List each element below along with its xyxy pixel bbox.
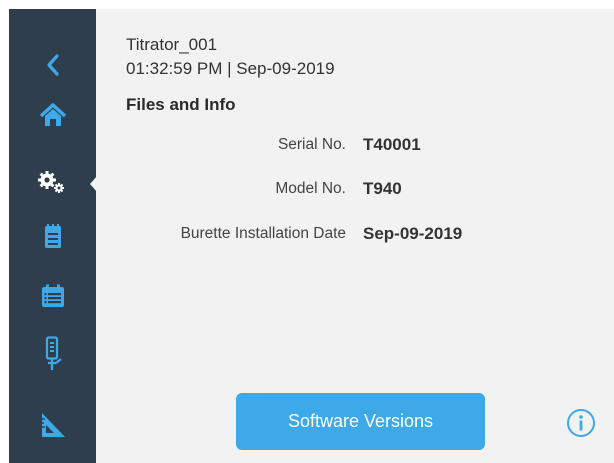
back-arrow-icon <box>46 54 59 76</box>
home-button[interactable] <box>9 90 96 140</box>
device-name: Titrator_001 <box>126 35 218 54</box>
triangle-ruler-icon <box>41 413 65 437</box>
serial-number-value: T40001 <box>363 135 421 154</box>
software-versions-button[interactable]: Software Versions <box>236 393 485 450</box>
settings-gears-icon <box>37 171 64 193</box>
model-number-value: T940 <box>363 179 402 198</box>
home-icon <box>39 103 66 126</box>
burette-installation-date-label: Burette Installation Date <box>180 225 346 242</box>
notepad-icon <box>44 224 61 248</box>
model-number-label: Model No. <box>275 180 346 197</box>
info-button[interactable] <box>566 408 596 438</box>
burette-installation-date-value: Sep-09-2019 <box>363 224 463 243</box>
calibration-button[interactable] <box>9 400 96 450</box>
info-circle-icon <box>567 409 595 437</box>
notes-button[interactable] <box>9 211 96 261</box>
device-datetime: 01:32:59 PM | Sep-09-2019 <box>126 59 335 78</box>
serial-number-label: Serial No. <box>277 136 346 153</box>
burette-icon <box>45 336 62 370</box>
calendar-list-icon <box>41 284 64 307</box>
page-title: Files and Info <box>126 95 236 114</box>
sidebar <box>9 9 98 463</box>
burette-button[interactable] <box>9 329 96 379</box>
main-panel: Titrator_001 01:32:59 PM | Sep-09-2019 F… <box>96 9 614 463</box>
settings-button[interactable] <box>9 157 96 207</box>
back-button[interactable] <box>9 40 96 90</box>
methods-button[interactable] <box>9 271 96 321</box>
